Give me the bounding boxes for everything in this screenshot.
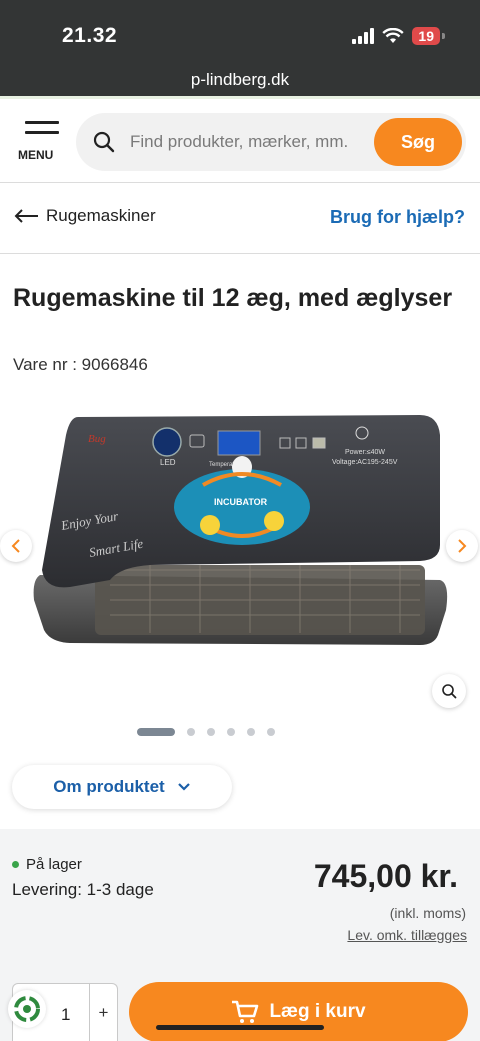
cart-icon — [232, 1000, 259, 1023]
signal-icon — [352, 28, 375, 44]
browser-url[interactable]: p-lindberg.dk — [0, 70, 480, 90]
back-link[interactable]: Rugemaskiner — [14, 206, 156, 226]
status-time: 21.32 — [62, 24, 118, 47]
product-image: LED Temperature Power:≤40W Voltage:AC195… — [33, 415, 448, 645]
vat-note: (inkl. moms) — [389, 905, 466, 921]
gallery-dot[interactable] — [267, 728, 275, 736]
product-sku: Vare nr : 9066846 — [13, 355, 148, 374]
search-bar: Søg — [76, 113, 466, 171]
product-gallery[interactable]: LED Temperature Power:≤40W Voltage:AC195… — [0, 395, 480, 715]
recycle-logo-icon[interactable] — [8, 990, 46, 1028]
product-price: 745,00 kr. — [313, 858, 458, 894]
chevron-left-icon — [11, 539, 20, 553]
hamburger-icon — [25, 121, 59, 124]
search-button[interactable]: Søg — [374, 118, 462, 166]
quantity-input[interactable]: 1 — [61, 1005, 70, 1025]
search-input[interactable] — [130, 125, 370, 159]
search-icon — [93, 131, 115, 153]
menu-label: MENU — [18, 148, 54, 162]
gallery-dot[interactable] — [187, 728, 195, 736]
breadcrumb: Rugemaskiner Brug for hjælp? — [0, 184, 480, 254]
battery-icon: 19 — [412, 27, 445, 45]
shipping-fees-link[interactable]: Lev. omk. tillægges — [347, 927, 467, 943]
gallery-dot[interactable] — [247, 728, 255, 736]
gallery-next-button[interactable] — [446, 530, 478, 562]
image-power-label: Power:≤40W — [345, 449, 385, 456]
zoom-button[interactable] — [432, 674, 466, 708]
help-link[interactable]: Brug for hjælp? — [330, 207, 465, 228]
about-product-button[interactable]: Om produktet — [12, 765, 232, 809]
gallery-pagination — [0, 728, 480, 736]
quantity-plus-button[interactable]: + — [89, 984, 117, 1041]
chevron-down-icon — [177, 783, 190, 791]
stock-dot-icon — [12, 861, 19, 868]
chevron-right-icon — [458, 539, 467, 553]
about-product-label: Om produktet — [53, 777, 165, 796]
stock-status-label: På lager — [26, 856, 82, 873]
wifi-icon — [382, 28, 405, 43]
gallery-dot[interactable] — [137, 728, 175, 736]
gallery-dot[interactable] — [227, 728, 235, 736]
zoom-icon — [442, 684, 457, 699]
status-bar: 21.32 19 p-lindberg.dk — [0, 0, 480, 98]
stock-status: På lager — [12, 856, 82, 873]
image-led-label: LED — [160, 458, 176, 467]
gallery-prev-button[interactable] — [0, 530, 32, 562]
arrow-left-icon — [14, 209, 38, 223]
home-indicator — [156, 1025, 324, 1030]
image-voltage-label: Voltage:AC195-245V — [332, 459, 398, 466]
recycle-icon — [14, 996, 40, 1022]
add-to-cart-label: Læg i kurv — [269, 1001, 366, 1022]
gallery-dot[interactable] — [207, 728, 215, 736]
image-brand-label: Bug — [88, 433, 106, 445]
status-icons: 19 — [352, 27, 445, 45]
image-badge-label: INCUBATOR — [214, 497, 268, 507]
back-link-label: Rugemaskiner — [46, 206, 156, 225]
page-title: Rugemaskine til 12 æg, med æglyser — [13, 284, 453, 312]
delivery-time: Levering: 1-3 dage — [12, 880, 154, 899]
add-to-cart-button[interactable]: Læg i kurv — [129, 982, 468, 1041]
site-header: MENU Søg — [0, 99, 480, 183]
hamburger-icon-bar — [25, 131, 59, 134]
